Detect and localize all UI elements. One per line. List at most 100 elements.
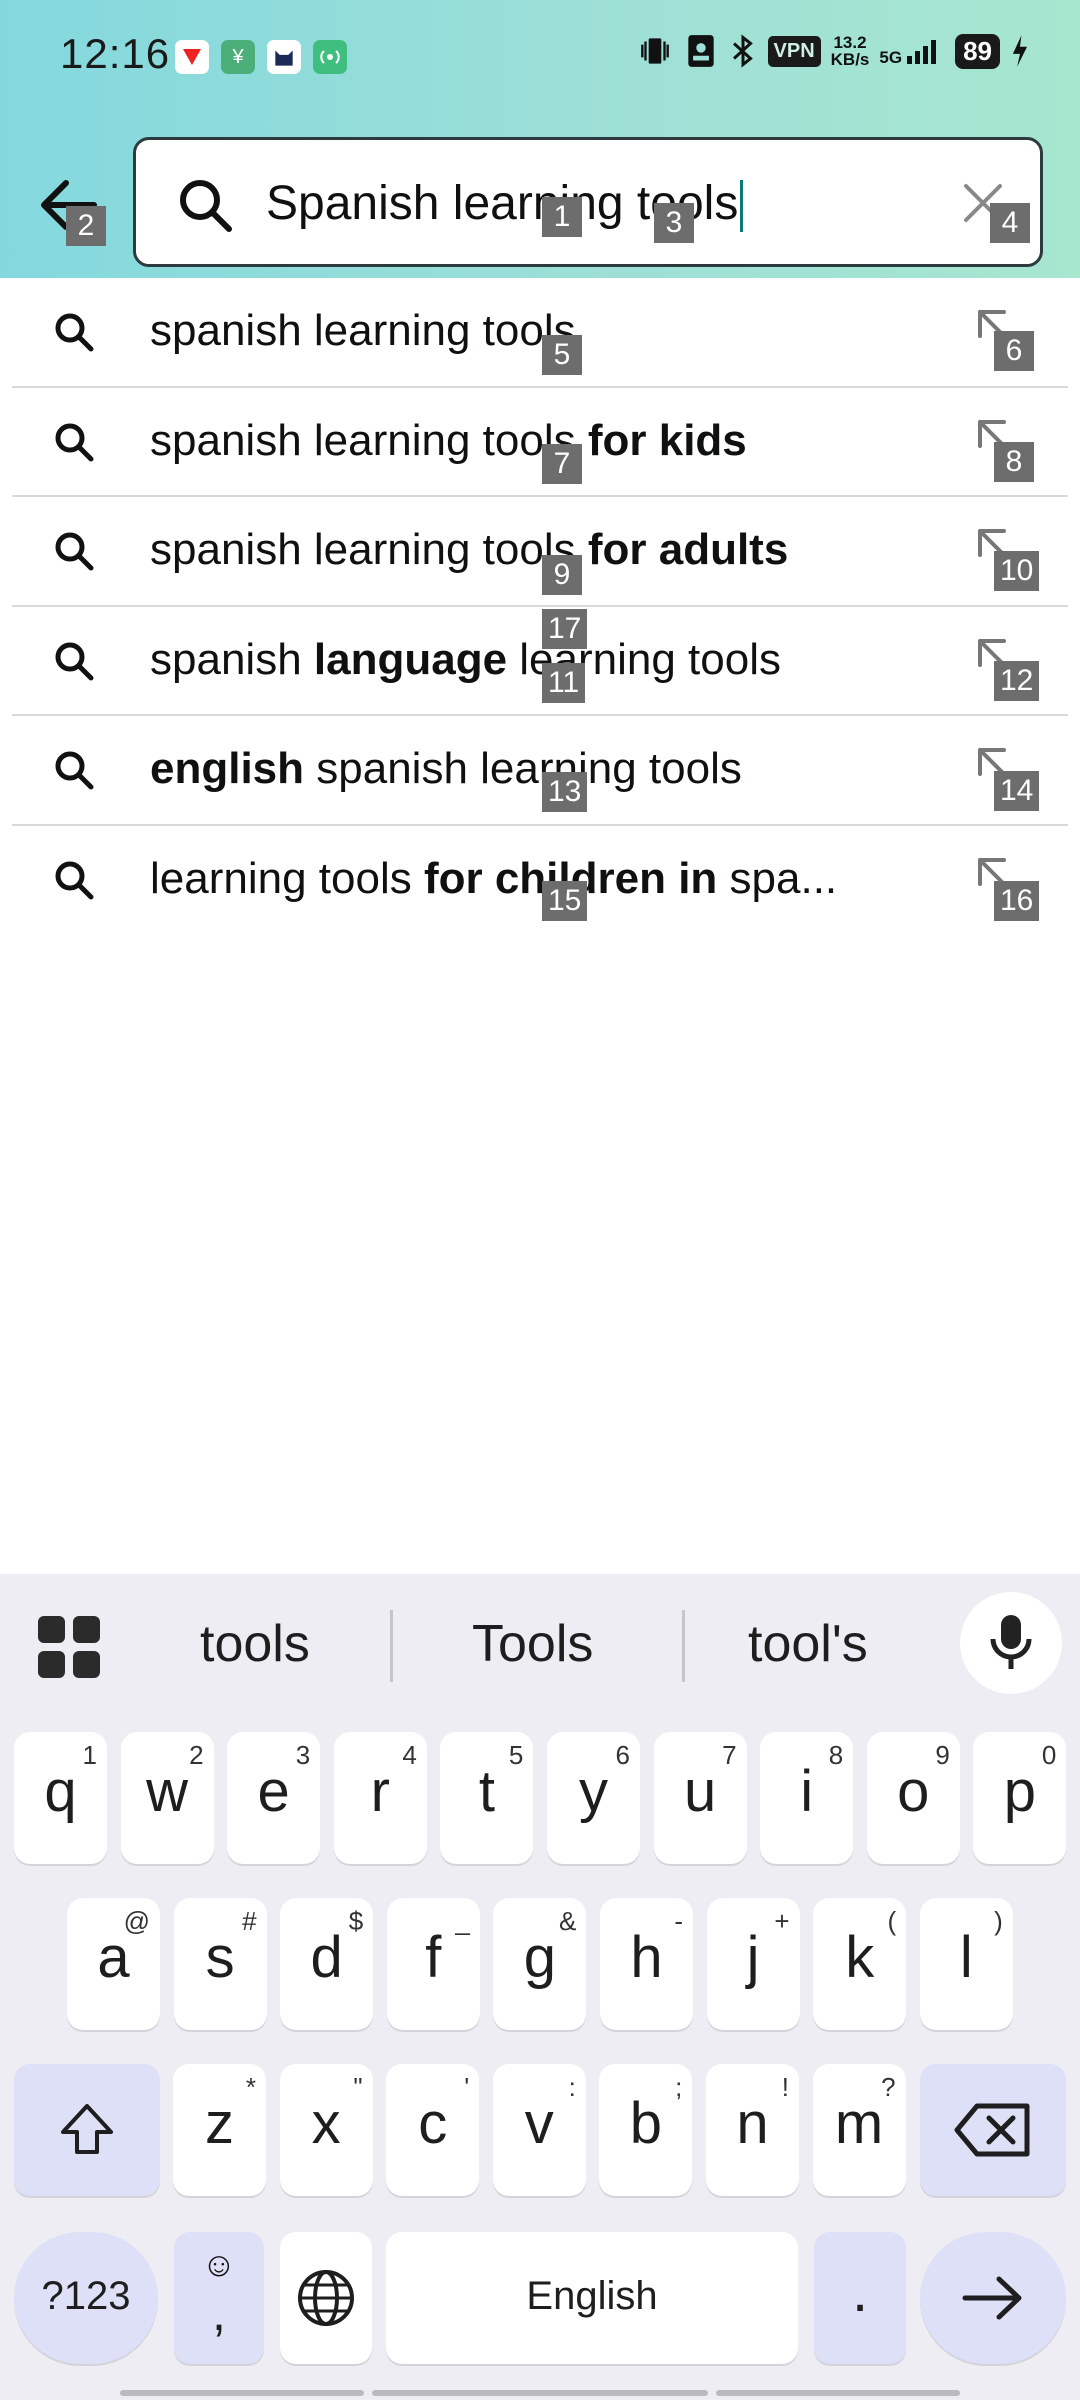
network-speed-value: 13.2 <box>833 33 867 52</box>
comma-key-label: , <box>212 2285 226 2341</box>
symbols-key-label: ?123 <box>41 2274 131 2318</box>
text-cursor <box>740 180 744 233</box>
key-secondary-label: ; <box>675 2072 683 2102</box>
key-secondary-label: _ <box>455 1906 470 1936</box>
key-x[interactable]: x " <box>279 2064 373 2196</box>
key-secondary-label: - <box>674 1906 683 1936</box>
word-suggestion[interactable]: tool's <box>748 1614 868 1674</box>
key-secondary-label: 6 <box>615 1740 630 1770</box>
search-icon <box>55 751 94 790</box>
key-secondary-label: 5 <box>508 1740 524 1770</box>
key-r[interactable]: r4 <box>333 1732 427 1864</box>
suggestion-text-plain: spanish learning tools <box>150 415 588 465</box>
backspace-icon <box>954 2103 1030 2157</box>
hotspot-icon <box>313 40 347 74</box>
key-secondary-label: 0 <box>1041 1740 1057 1770</box>
key-y[interactable]: y6 <box>547 1732 640 1864</box>
voice-input-button[interactable] <box>960 1592 1062 1694</box>
key-k[interactable]: k( <box>813 1898 907 2030</box>
key-secondary-label: 7 <box>722 1740 737 1770</box>
shift-key[interactable] <box>14 2064 160 2196</box>
microphone-icon <box>990 1615 1032 1669</box>
status-time: 12:16 <box>60 30 171 77</box>
go-key[interactable] <box>920 2232 1066 2364</box>
key-v[interactable]: v: <box>492 2064 586 2196</box>
key-secondary-label: 8 <box>828 1740 844 1770</box>
search-field[interactable]: Spanish learning tools <box>133 137 1043 267</box>
key-e[interactable]: e3 <box>227 1732 321 1864</box>
emoji-comma-key[interactable]: ☺ , <box>174 2232 264 2364</box>
suggestion-item[interactable]: learning tools for children in spa... <box>12 826 1068 936</box>
backspace-key[interactable] <box>920 2064 1066 2196</box>
key-b[interactable]: b; <box>599 2064 693 2196</box>
key-secondary-label: 4 <box>402 1740 417 1770</box>
key-secondary-label: ! <box>781 2072 789 2102</box>
key-m[interactable]: m? <box>812 2064 906 2196</box>
key-p[interactable]: p0 <box>973 1732 1067 1864</box>
key-secondary-label: ) <box>994 1906 1003 1936</box>
signal-icon <box>907 40 937 64</box>
element-badge: 11 <box>542 663 586 703</box>
language-key[interactable] <box>280 2232 372 2364</box>
key-secondary-label: : <box>568 2072 576 2102</box>
suggestion-item[interactable]: english spanish learning tools <box>12 716 1068 826</box>
flag-app-icon <box>175 40 209 74</box>
suggestion-text-plain: learning tools <box>150 853 424 903</box>
suggestion-divider <box>390 1610 393 1682</box>
key-d[interactable]: d $ <box>280 1898 374 2030</box>
element-badge: 8 <box>994 442 1034 482</box>
key-n[interactable]: n! <box>706 2064 799 2196</box>
key-secondary-label: 2 <box>189 1740 204 1770</box>
key-f[interactable]: f _ <box>386 1898 480 2030</box>
key-a[interactable]: a @ <box>67 1898 160 2030</box>
suggestion-item[interactable]: spanish language learning tools <box>12 607 1068 716</box>
key-l[interactable]: l) <box>919 1898 1013 2030</box>
keyboard-apps-grid-icon[interactable] <box>38 1616 100 1678</box>
suggestion-text-plain: spanish <box>150 634 314 684</box>
status-right-icons: VPN 13.2 KB/s 5G 89 <box>636 32 1030 70</box>
suggestion-item[interactable]: spanish learning tools <box>12 278 1068 388</box>
key-z[interactable]: z * <box>173 2064 266 2196</box>
suggestion-item[interactable]: spanish learning tools for adults <box>12 497 1068 607</box>
element-badge: 13 <box>542 772 588 812</box>
suggestion-text-plain: spanish learning tools <box>150 306 576 355</box>
element-badge: 12 <box>994 661 1040 701</box>
network-speed: 13.2 KB/s <box>831 34 870 68</box>
key-q[interactable]: q1 <box>14 1732 107 1864</box>
key-o[interactable]: o9 <box>866 1732 960 1864</box>
search-icon <box>55 861 94 899</box>
word-suggestion[interactable]: Tools <box>472 1614 593 1674</box>
shift-arrow-icon <box>61 2104 113 2154</box>
key-w[interactable]: w2 <box>120 1732 214 1864</box>
signal-group: 5G <box>879 36 945 66</box>
network-type: 5G <box>879 48 903 67</box>
key-j[interactable]: j + <box>706 1898 800 2030</box>
word-suggestion[interactable]: tools <box>200 1614 310 1674</box>
key-secondary-label: & <box>559 1906 577 1936</box>
key-i[interactable]: i8 <box>760 1732 854 1864</box>
space-bar[interactable]: English <box>386 2232 798 2364</box>
symbols-key[interactable]: ?123 <box>14 2232 158 2364</box>
key-u[interactable]: u7 <box>653 1732 747 1864</box>
key-secondary-label: ( <box>887 1906 897 1936</box>
key-secondary-label: " <box>353 2072 363 2102</box>
key-secondary-label: * <box>245 2072 256 2102</box>
suggestion-text-tail: spa... <box>717 853 838 903</box>
key-s[interactable]: s # <box>173 1898 267 2030</box>
key-secondary-label: @ <box>123 1906 150 1936</box>
suggestion-text-bold: language <box>313 634 508 684</box>
key-c[interactable]: c ' <box>386 2064 480 2196</box>
charging-icon <box>1012 35 1028 67</box>
suggestion-text-bold: english <box>150 744 305 793</box>
period-key[interactable]: . <box>814 2232 906 2364</box>
emoji-icon: ☺ <box>201 2246 237 2284</box>
key-t[interactable]: t5 <box>440 1732 534 1864</box>
key-secondary-label: # <box>242 1906 257 1936</box>
key-g[interactable]: g & <box>493 1898 587 2030</box>
element-badge: 17 <box>542 609 588 649</box>
suggestion-item[interactable]: spanish learning tools for kids <box>12 388 1068 497</box>
key-h[interactable]: h- <box>600 1898 693 2030</box>
period-key-label: . <box>851 2259 869 2324</box>
suggestion-text-plain: spanish learning tools <box>150 525 588 574</box>
search-icon <box>55 642 94 680</box>
